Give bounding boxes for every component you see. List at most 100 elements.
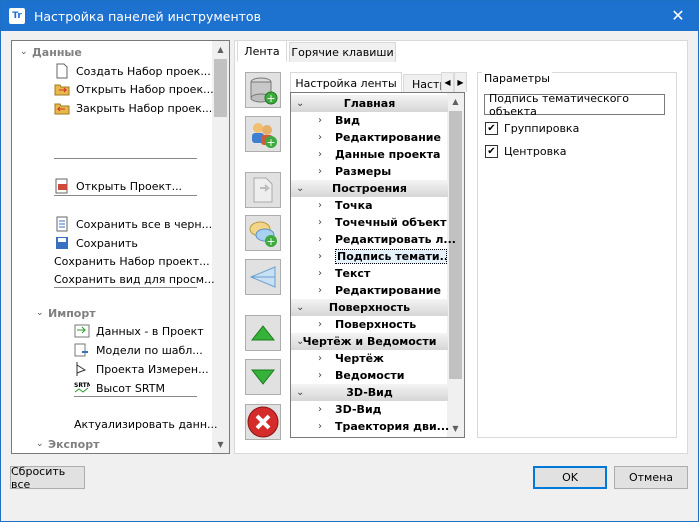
scrollbar-thumb[interactable] xyxy=(214,59,227,117)
tree-item[interactable]: SRTMВысот SRTM xyxy=(74,379,165,397)
chevron-right-icon[interactable]: › xyxy=(318,217,322,228)
ribbon-group-row[interactable]: › Точка xyxy=(291,197,373,214)
chevron-down-icon[interactable]: ⌄ xyxy=(20,47,32,57)
add-ribbon-tab-button[interactable]: + xyxy=(245,72,281,108)
title-bar[interactable]: Tr Настройка панелей инструментов ✕ xyxy=(1,1,698,31)
ribbon-group-row[interactable]: › Текст xyxy=(291,265,370,282)
ribbon-group-row[interactable]: › Данные проекта xyxy=(291,146,440,163)
chevron-right-icon[interactable]: › xyxy=(318,149,322,160)
tree-item[interactable]: Модели по шабл... xyxy=(74,341,203,359)
tree-item[interactable]: Проекта Измерен... xyxy=(74,360,209,378)
ribbon-group-row[interactable]: › Чертёж xyxy=(291,350,384,367)
cancel-button[interactable]: Отмена xyxy=(614,466,688,489)
chevron-right-icon[interactable]: › xyxy=(318,115,322,126)
ribbon-group-row[interactable]: › Редактировать л... xyxy=(291,231,456,248)
tree-item[interactable]: Сохранить xyxy=(54,234,138,252)
tree-item[interactable]: Сохранить Набор проект... xyxy=(54,252,210,270)
chevron-right-icon[interactable]: › xyxy=(318,132,322,143)
move-up-button[interactable] xyxy=(245,315,281,351)
chevron-down-icon[interactable]: ⌄ xyxy=(296,302,304,313)
chevron-right-icon[interactable]: › xyxy=(318,251,322,262)
chevron-down-icon[interactable]: ⌄ xyxy=(296,98,304,109)
delete-button[interactable] xyxy=(245,404,281,440)
chevron-right-icon[interactable]: › xyxy=(318,353,322,364)
add-command-button[interactable]: + xyxy=(245,215,281,251)
chevron-right-icon[interactable]: › xyxy=(318,200,322,211)
chevron-right-icon[interactable]: › xyxy=(318,370,322,381)
chevron-right-icon[interactable]: › xyxy=(318,268,322,279)
ribbon-group-row[interactable]: › Траектория дви... xyxy=(291,418,449,435)
scroll-up-icon[interactable]: ▲ xyxy=(447,93,464,110)
commands-tree-scrollbar[interactable]: ▲ ▼ xyxy=(212,41,229,453)
tab-scroll-right-icon[interactable]: ▶ xyxy=(454,72,467,92)
ribbon-group-row[interactable]: › Вид xyxy=(291,112,360,129)
tree-item[interactable]: Актуализировать данн... xyxy=(74,415,218,433)
tree-item[interactable]: XYZТочек - по шаблону xyxy=(74,453,209,454)
grouping-check-icon[interactable]: ✔ xyxy=(485,122,498,135)
reset-all-button[interactable]: Сбросить все xyxy=(10,465,85,491)
ribbon-group-row[interactable]: › Ведомости xyxy=(291,367,404,384)
ribbon-group-row[interactable]: › Точечный объект xyxy=(291,214,447,231)
scroll-down-icon[interactable]: ▼ xyxy=(447,420,464,437)
ribbon-tree-scrollbar[interactable]: ▲ ▼ xyxy=(447,93,464,437)
move-down-button[interactable] xyxy=(245,359,281,395)
chevron-down-icon[interactable]: ⌄ xyxy=(296,336,304,347)
open-project-icon xyxy=(54,178,70,194)
ribbon-group-row[interactable]: › Подпись темати... xyxy=(291,248,447,265)
tree-group-12[interactable]: ⌄ Импорт xyxy=(36,304,96,322)
add-group-button[interactable]: + xyxy=(245,116,281,152)
ribbon-tab-row[interactable]: ⌄ Чертёж и Ведомости xyxy=(291,333,448,350)
center-check-icon[interactable]: ✔ xyxy=(485,145,498,158)
name-field[interactable]: Подпись тематического объекта xyxy=(484,92,665,118)
chevron-right-icon[interactable]: › xyxy=(318,404,322,415)
tree-item[interactable]: Закрыть Набор проек... xyxy=(54,99,212,117)
close-icon[interactable]: ✕ xyxy=(670,8,686,24)
tree-group-0[interactable]: ⌄ Данные xyxy=(20,43,82,61)
chevron-right-icon[interactable]: › xyxy=(318,234,322,245)
ribbon-group-row[interactable]: › Редактирование xyxy=(291,282,441,299)
chevron-down-icon[interactable]: ⌄ xyxy=(36,308,48,318)
tab-ribbon[interactable]: Лента xyxy=(237,40,287,62)
add-separator-button[interactable] xyxy=(245,259,281,295)
grouping-checkbox[interactable]: ✔ Группировка xyxy=(485,122,579,135)
tab-ribbon-setup[interactable]: Настройка ленты xyxy=(290,72,402,94)
scroll-down-icon[interactable]: ▼ xyxy=(212,436,229,453)
ribbon-row-label: Точечный объект xyxy=(335,216,447,229)
tab-other-settings[interactable]: Настр xyxy=(403,74,443,94)
chevron-down-icon[interactable]: ⌄ xyxy=(296,183,304,194)
chevron-down-icon[interactable]: ⌄ xyxy=(296,387,304,398)
tree-item[interactable]: Открыть Проект... xyxy=(54,177,182,195)
center-checkbox[interactable]: ✔ Центровка xyxy=(485,145,567,158)
ribbon-group-row[interactable]: › Размеры xyxy=(291,163,391,180)
tree-item[interactable]: Сохранить все в черн... xyxy=(54,215,212,233)
ribbon-tab-row[interactable]: ⌄ 3D-Вид xyxy=(291,384,448,401)
tree-separator xyxy=(54,195,197,196)
chevron-right-icon[interactable]: › xyxy=(318,166,322,177)
ribbon-tab-row[interactable]: ⌄ Поверхность xyxy=(291,299,448,316)
tree-item-label: Открыть Проект... xyxy=(76,179,183,193)
chevron-right-icon[interactable]: › xyxy=(318,421,322,432)
tab-scroll-left-icon[interactable]: ◀ xyxy=(441,72,454,92)
chevron-right-icon[interactable]: › xyxy=(318,319,322,330)
scroll-up-icon[interactable]: ▲ xyxy=(212,41,229,58)
tree-item[interactable]: Данных - в Проект xyxy=(74,322,204,340)
ribbon-group-row[interactable]: › 3D-Вид xyxy=(291,401,382,418)
ribbon-group-row[interactable]: › Редактирование xyxy=(291,129,441,146)
export-button[interactable] xyxy=(245,172,281,208)
tree-item[interactable]: Создать Набор проек... xyxy=(54,62,211,80)
tree-item[interactable]: Открыть Набор проек... xyxy=(54,80,214,98)
tree-item[interactable]: Сохранить вид для просм... xyxy=(54,270,215,288)
chevron-down-icon[interactable]: ⌄ xyxy=(36,439,48,449)
ribbon-tab-row[interactable]: ⌄ Главная xyxy=(291,95,448,112)
ribbon-group-row[interactable]: › Поверхность xyxy=(291,316,416,333)
chevron-right-icon[interactable]: › xyxy=(318,285,322,296)
commands-tree[interactable]: ▲ ▼ ⌄ Данные Создать Набор проек... Открыть… xyxy=(11,40,230,454)
tree-group-19[interactable]: ⌄ Экспорт xyxy=(36,435,99,453)
tab-hotkeys[interactable]: Горячие клавиши xyxy=(289,42,396,62)
ribbon-tree[interactable]: ▲ ▼ ⌄ Главная › Вид › Редактирование › Данные п… xyxy=(290,92,465,438)
tree-item-label: Данные xyxy=(32,45,82,59)
ribbon-tab-row[interactable]: ⌄ Построения xyxy=(291,180,448,197)
ok-button[interactable]: OK xyxy=(533,466,607,489)
tree-item-label: Открыть Набор проек... xyxy=(76,82,214,96)
chat-add-icon: + xyxy=(249,221,277,248)
